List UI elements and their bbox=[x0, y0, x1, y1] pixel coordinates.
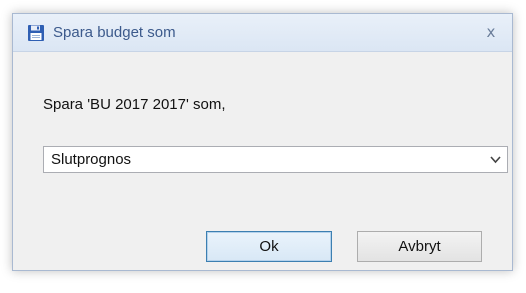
select-value: Slutprognos bbox=[51, 151, 132, 168]
ok-button[interactable]: Ok bbox=[206, 231, 332, 262]
save-as-select[interactable]: Slutprognos bbox=[43, 146, 508, 173]
floppy-disk-icon bbox=[27, 24, 45, 42]
chevron-down-icon[interactable] bbox=[488, 152, 503, 167]
save-budget-dialog: Spara budget som x Spara 'BU 2017 2017' … bbox=[12, 13, 513, 271]
title-bar[interactable]: Spara budget som x bbox=[13, 14, 512, 52]
cancel-button[interactable]: Avbryt bbox=[357, 231, 482, 262]
close-button[interactable]: x bbox=[480, 22, 502, 42]
dialog-title: Spara budget som bbox=[53, 24, 176, 41]
save-as-prompt: Spara 'BU 2017 2017' som, bbox=[43, 96, 226, 113]
